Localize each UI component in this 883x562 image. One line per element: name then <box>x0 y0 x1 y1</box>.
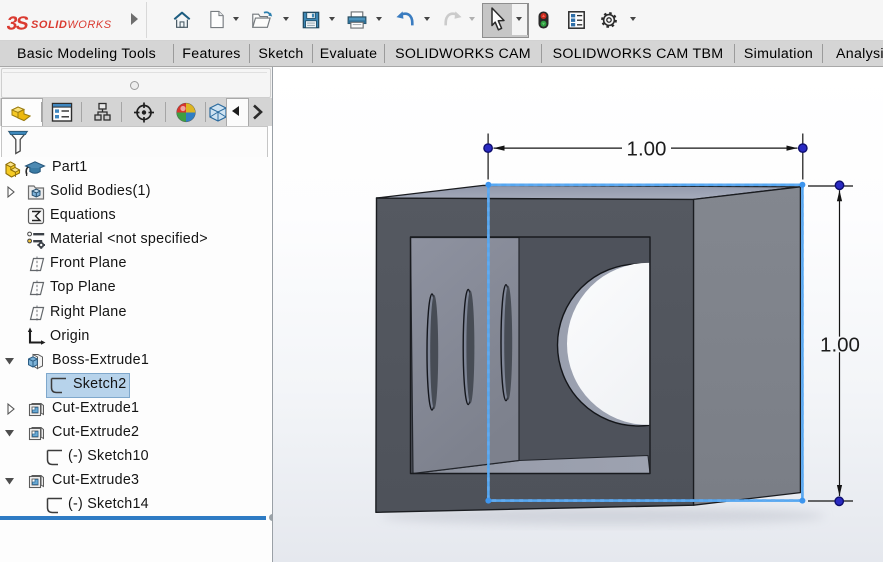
svg-text:1.00: 1.00 <box>820 334 860 357</box>
svg-text:SOLIDWORKS: SOLIDWORKS <box>31 19 112 31</box>
svg-text:3S: 3S <box>5 14 31 34</box>
svg-text:1.00: 1.00 <box>627 138 667 161</box>
